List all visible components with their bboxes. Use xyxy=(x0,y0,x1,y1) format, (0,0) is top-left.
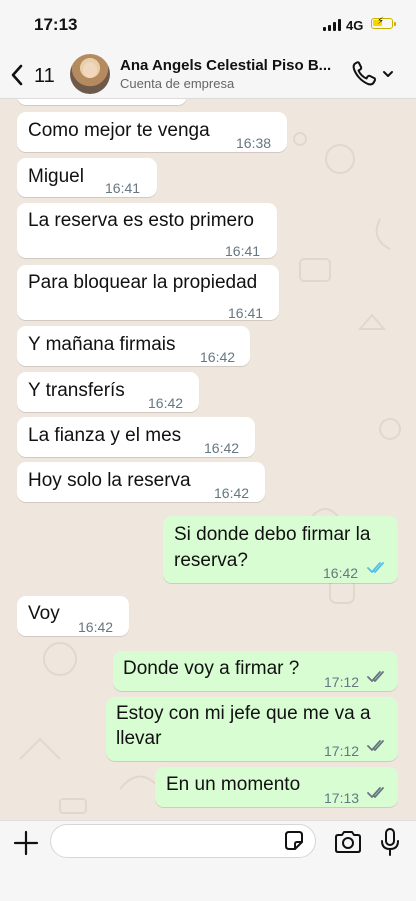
message-text: Para bloquear la propiedad xyxy=(28,272,258,293)
message-input[interactable] xyxy=(50,824,316,858)
message-text: La fianza y el mes xyxy=(28,425,182,446)
avatar[interactable] xyxy=(70,54,110,94)
call-button[interactable] xyxy=(350,60,398,88)
plus-icon[interactable] xyxy=(12,829,40,857)
message-time: 16:38 xyxy=(236,135,272,151)
chevron-down-icon xyxy=(383,71,393,77)
message-text-line: Estoy con mi jefe que me va a xyxy=(116,703,371,724)
status-time: 17:13 xyxy=(34,15,78,34)
message-text-line: llevar xyxy=(116,728,162,749)
message-bubble-incoming[interactable]: Hoy solo la reserva 16:42 xyxy=(17,462,265,502)
message-bubble-incoming[interactable]: La fianza y el mes 16:42 xyxy=(17,417,255,457)
message-text: Y transferís xyxy=(28,380,125,401)
message-bubble-incoming[interactable]: Y mañana firmais 16:42 xyxy=(17,326,250,366)
message-time: 16:41 xyxy=(228,305,264,321)
contact-subtitle: Cuenta de empresa xyxy=(120,76,235,91)
delivered-ticks-icon xyxy=(367,787,384,798)
unread-count: 11 xyxy=(34,65,55,87)
message-text: La reserva es esto primero xyxy=(28,210,254,231)
message-bubble-outgoing[interactable]: En un momento 17:13 xyxy=(155,767,398,807)
battery-charging-icon: ⚡ xyxy=(371,16,396,29)
message-bubble-outgoing[interactable]: Estoy con mi jefe que me va a llevar 17:… xyxy=(106,697,398,761)
message-time: 17:13 xyxy=(324,790,360,806)
message-text: Donde voy a firmar ? xyxy=(123,658,300,679)
message-bubble-incoming[interactable]: Voy 16:42 xyxy=(17,596,129,636)
message-bubble-incoming[interactable]: Miguel 16:41 xyxy=(17,158,157,197)
message-bubble-incoming[interactable]: Para bloquear la propiedad 16:41 xyxy=(17,265,279,321)
message-time: 16:42 xyxy=(204,440,240,456)
message-time: 16:41 xyxy=(225,243,261,259)
delivered-ticks-icon xyxy=(367,740,384,751)
message-text: Hoy solo la reserva xyxy=(28,470,191,491)
message-time: 16:42 xyxy=(200,349,236,365)
message-time: 16:42 xyxy=(214,485,250,501)
message-time: 17:12 xyxy=(324,674,360,690)
message-text: Como mejor te venga xyxy=(28,120,210,141)
message-time: 16:41 xyxy=(105,180,141,196)
sticker-icon[interactable] xyxy=(282,829,306,853)
message-time: 16:42 xyxy=(148,395,184,411)
back-button[interactable]: 11 xyxy=(8,56,64,92)
message-text-line: Si donde debo firmar la xyxy=(174,524,371,545)
message-bubble-incoming[interactable]: La reserva es esto primero 16:41 xyxy=(17,203,277,259)
message-text: Voy xyxy=(28,603,60,624)
message-text: Y mañana firmais xyxy=(28,334,176,355)
message-text: Miguel xyxy=(28,166,84,187)
read-ticks-icon xyxy=(367,562,384,573)
network-label: 4G xyxy=(346,18,364,33)
message-time: 17:12 xyxy=(324,743,360,759)
contact-name[interactable]: Ana Angels Celestial Piso B... xyxy=(120,57,335,74)
phone-icon xyxy=(352,61,376,86)
message-time: 16:42 xyxy=(78,619,114,635)
message-bubble-partial[interactable] xyxy=(17,99,187,105)
message-text: En un momento xyxy=(166,774,301,795)
chat-area[interactable]: Como mejor te venga 16:38 Miguel 16:41 L… xyxy=(0,99,416,820)
message-bubble-incoming[interactable]: Como mejor te venga 16:38 xyxy=(17,112,287,152)
microphone-icon[interactable] xyxy=(378,827,402,857)
message-time: 16:42 xyxy=(323,565,359,581)
message-bubble-outgoing[interactable]: Donde voy a firmar ? 17:12 xyxy=(113,651,398,691)
message-bubble-outgoing[interactable]: Si donde debo firmar la reserva? 16:42 xyxy=(163,516,398,583)
camera-icon[interactable] xyxy=(333,829,363,855)
status-bar: 17:13 4G ⚡ xyxy=(0,0,416,50)
chat-header: 11 Ana Angels Celestial Piso B... Cuenta… xyxy=(0,50,416,99)
message-bubble-incoming[interactable]: Y transferís 16:42 xyxy=(17,372,199,412)
delivered-ticks-icon xyxy=(367,671,384,682)
input-bar xyxy=(0,820,416,901)
message-text-line: reserva? xyxy=(174,550,248,571)
back-chevron-icon xyxy=(11,64,23,86)
signal-icon xyxy=(323,19,341,31)
